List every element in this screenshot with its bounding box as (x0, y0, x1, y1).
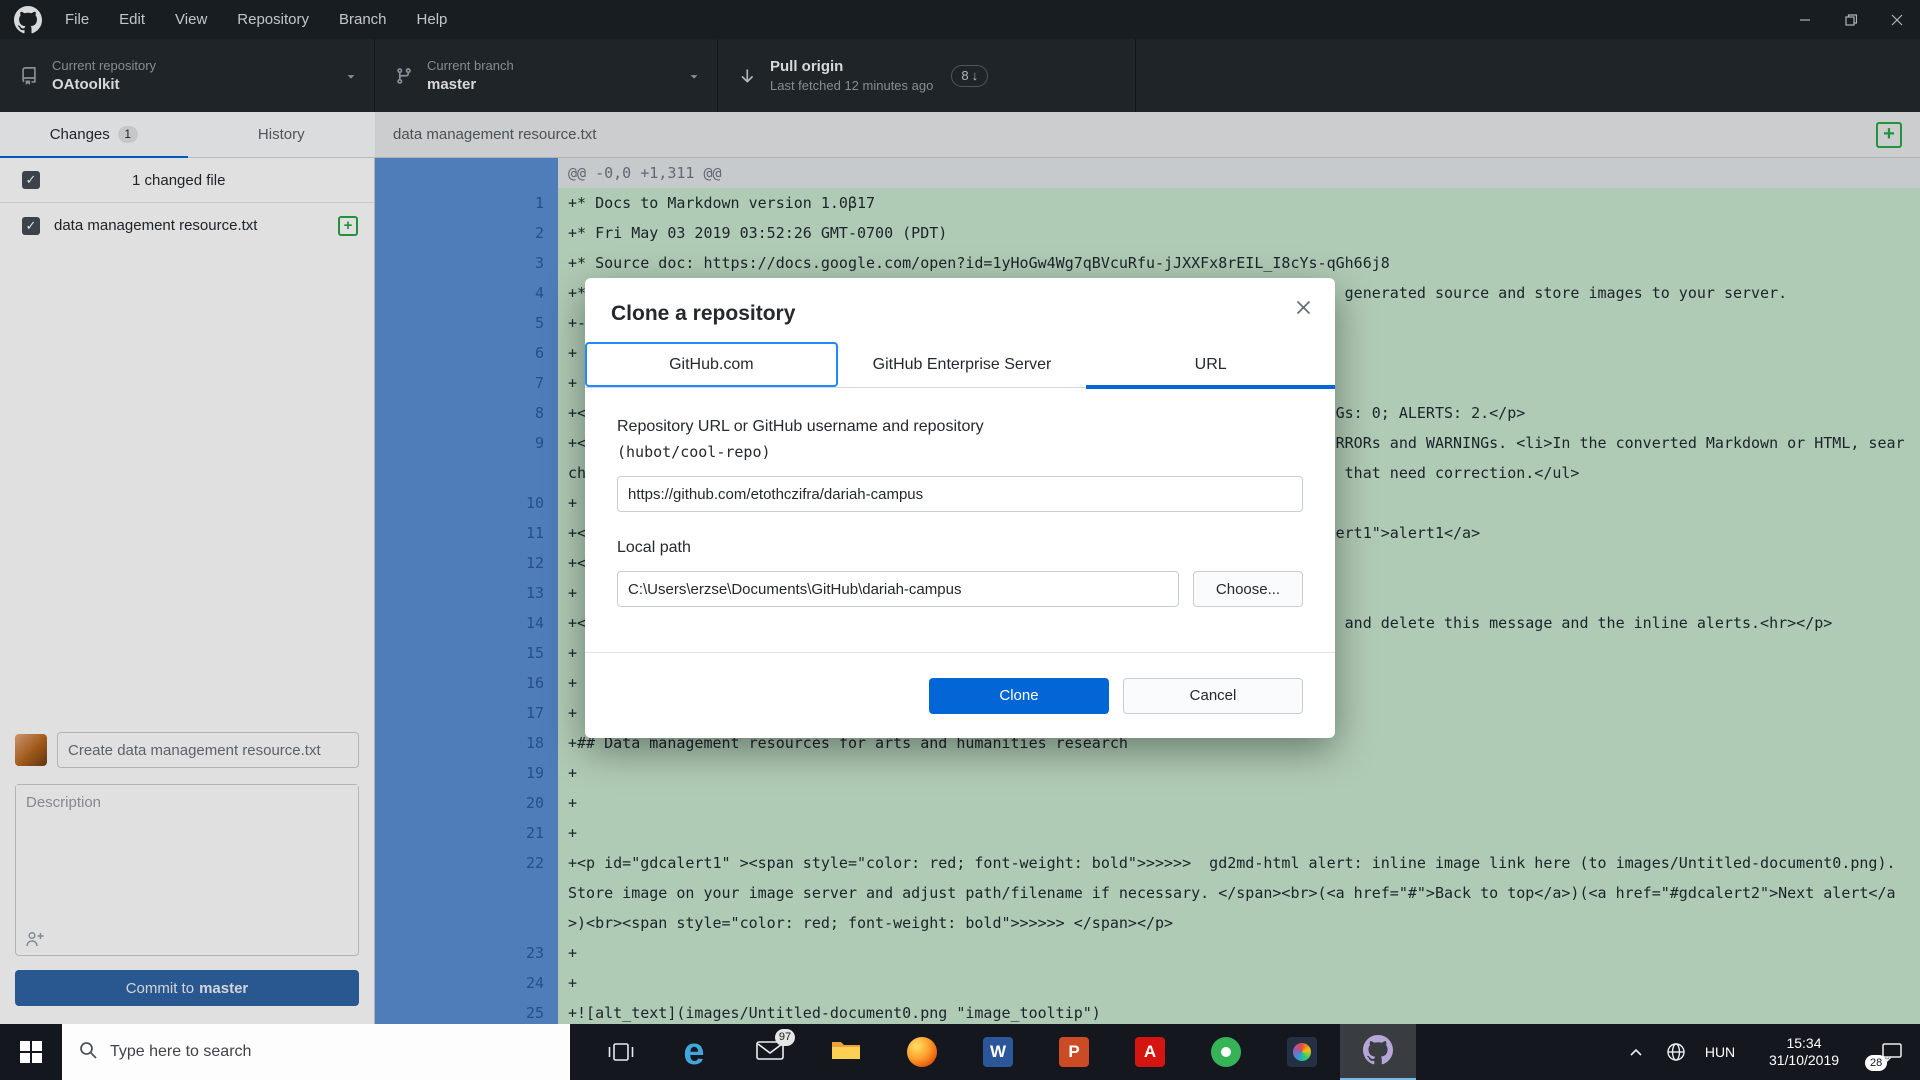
app-window: FileEditViewRepositoryBranchHelp Current… (0, 0, 1920, 1080)
system-tray: HUN 15:34 31/10/2019 28 (1616, 1024, 1920, 1080)
close-icon[interactable] (1296, 300, 1311, 315)
powerpoint-icon: P (1059, 1037, 1089, 1067)
tab-github-enterprise[interactable]: GitHub Enterprise Server (838, 342, 1087, 387)
repo-url-hint: (hubot/cool-repo) (617, 443, 1303, 461)
network-icon[interactable] (1656, 1024, 1696, 1080)
action-center-button[interactable]: 28 (1864, 1024, 1920, 1080)
clock[interactable]: 15:34 31/10/2019 (1744, 1035, 1864, 1069)
language-indicator[interactable]: HUN (1696, 1044, 1744, 1060)
dialog-tabbar: GitHub.com GitHub Enterprise Server URL (585, 342, 1335, 388)
taskbar-app-firefox[interactable] (884, 1024, 960, 1080)
task-view-button[interactable] (586, 1024, 656, 1080)
clock-time: 15:34 (1744, 1035, 1864, 1052)
clock-date: 31/10/2019 (1744, 1052, 1864, 1069)
word-icon: W (983, 1037, 1013, 1067)
clone-button[interactable]: Clone (929, 678, 1109, 714)
choose-button[interactable]: Choose... (1193, 571, 1303, 607)
taskbar-app-mail[interactable]: 97 (732, 1024, 808, 1080)
dialog-footer: Clone Cancel (585, 652, 1335, 738)
local-path-input[interactable] (617, 571, 1179, 607)
edge-icon: e (683, 1037, 704, 1067)
taskbar-app-green[interactable] (1188, 1024, 1264, 1080)
local-path-label: Local path (617, 539, 1303, 557)
tray-chevron-up-icon[interactable] (1616, 1024, 1656, 1080)
tab-url[interactable]: URL (1086, 342, 1335, 387)
green-app-icon (1211, 1037, 1241, 1067)
mail-badge: 97 (775, 1029, 795, 1046)
search-input[interactable] (110, 1043, 490, 1061)
start-button[interactable] (0, 1024, 62, 1080)
taskbar-app-explorer[interactable] (808, 1024, 884, 1080)
windows-taskbar: e 97 W P A HUN (0, 1024, 1920, 1080)
search-icon (78, 1040, 98, 1065)
paint-app-icon (1287, 1037, 1317, 1067)
github-desktop-icon (1363, 1035, 1393, 1070)
taskbar-app-edge[interactable]: e (656, 1024, 732, 1080)
tab-github-com[interactable]: GitHub.com (585, 342, 838, 387)
taskbar-search[interactable] (62, 1024, 570, 1080)
dialog-title: Clone a repository (585, 278, 1335, 342)
taskbar-app-word[interactable]: W (960, 1024, 1036, 1080)
notification-count-badge: 28 (1865, 1055, 1887, 1071)
clone-repository-dialog: Clone a repository GitHub.com GitHub Ent… (585, 278, 1335, 738)
taskbar-app-paint[interactable] (1264, 1024, 1340, 1080)
dialog-body: Repository URL or GitHub username and re… (585, 388, 1335, 607)
firefox-icon (907, 1037, 937, 1067)
cancel-button[interactable]: Cancel (1123, 678, 1303, 714)
file-explorer-icon (831, 1038, 861, 1067)
taskbar-app-github-desktop[interactable] (1340, 1024, 1416, 1080)
acrobat-icon: A (1135, 1037, 1165, 1067)
taskbar-app-acrobat[interactable]: A (1112, 1024, 1188, 1080)
repo-url-input[interactable] (617, 476, 1303, 512)
taskbar-app-powerpoint[interactable]: P (1036, 1024, 1112, 1080)
repo-url-label: Repository URL or GitHub username and re… (617, 418, 1303, 436)
